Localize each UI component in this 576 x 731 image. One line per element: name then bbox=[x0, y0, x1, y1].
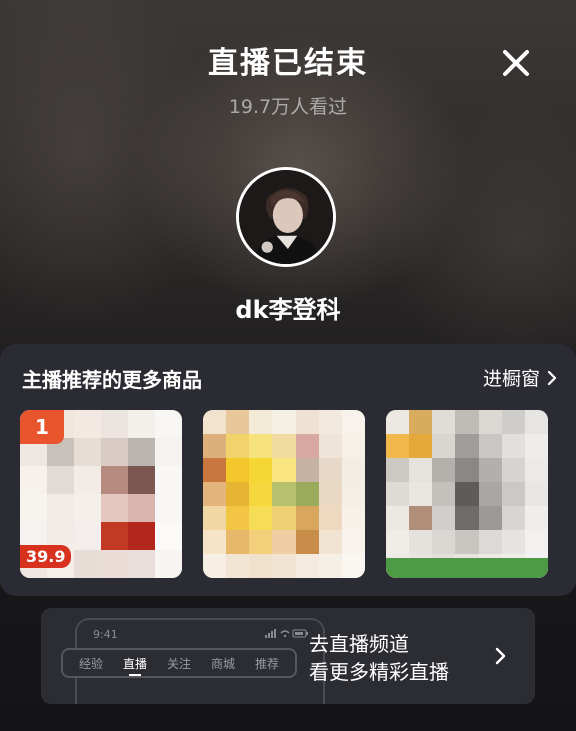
chevron-right-icon bbox=[495, 647, 506, 665]
mock-tab: 商城 bbox=[210, 656, 235, 671]
product-thumbnail-1[interactable]: 1 39.9 bbox=[20, 410, 182, 578]
mock-tab-active: 直播 bbox=[122, 656, 147, 676]
promo-banner bbox=[386, 558, 548, 578]
rank-badge: 1 bbox=[20, 410, 64, 444]
pixelated-product-image bbox=[386, 410, 548, 578]
page-title: 直播已结束 bbox=[208, 46, 368, 81]
mock-tab: 推荐 bbox=[254, 656, 279, 671]
live-channel-text: 去直播频道 看更多精彩直播 bbox=[309, 630, 449, 686]
status-bar-icons bbox=[265, 629, 308, 638]
mock-tab: 经验 bbox=[78, 656, 103, 671]
chevron-right-icon bbox=[547, 370, 557, 385]
close-icon[interactable] bbox=[497, 44, 535, 82]
viewer-count: 19.7万人看过 bbox=[228, 96, 348, 118]
shop-window-link[interactable]: 进橱窗 bbox=[483, 364, 558, 391]
live-channel-card[interactable]: 9:41 经验 直播 关注 商城 推荐 去直播频道 看更多精彩直播 bbox=[41, 608, 535, 704]
mock-tab: 关注 bbox=[166, 656, 191, 671]
price-tag: 39.9 bbox=[20, 545, 72, 568]
recommended-products-card: 主播推荐的更多商品 进橱窗 1 39.9 bbox=[0, 344, 576, 596]
mock-tab-bar: 经验 直播 关注 商城 推荐 bbox=[61, 648, 297, 678]
product-thumbnail-3[interactable] bbox=[386, 410, 548, 578]
live-channel-line1: 去直播频道 bbox=[309, 632, 409, 656]
shop-window-label: 进橱窗 bbox=[482, 368, 540, 390]
avatar[interactable] bbox=[236, 167, 336, 267]
live-channel-line2: 看更多精彩直播 bbox=[309, 660, 449, 684]
mock-clock: 9:41 bbox=[93, 628, 118, 641]
pixelated-product-image bbox=[203, 410, 365, 578]
product-thumbnail-2[interactable] bbox=[203, 410, 365, 578]
host-name[interactable]: dk李登科 bbox=[0, 290, 576, 325]
products-section-title: 主播推荐的更多商品 bbox=[22, 368, 202, 392]
